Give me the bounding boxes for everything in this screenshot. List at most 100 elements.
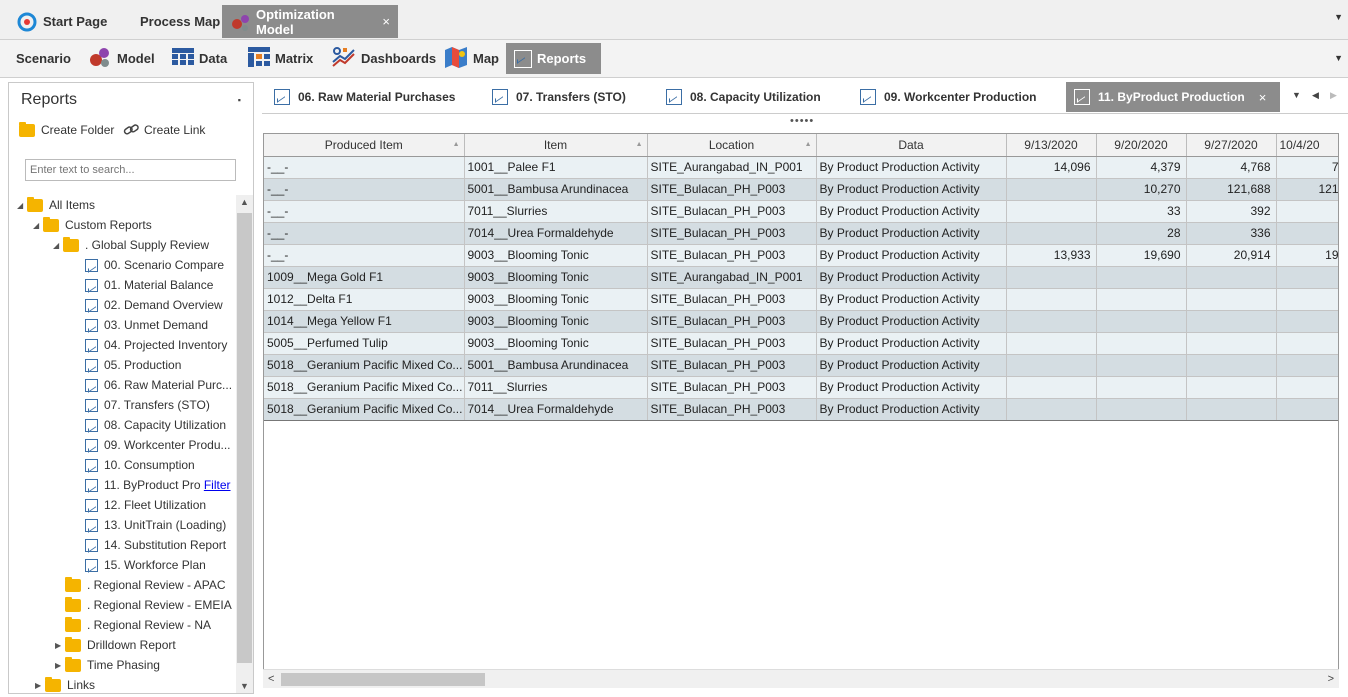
tree-node-regional-emeia[interactable]: . Regional Review - EMEIA	[65, 595, 232, 615]
tab-start-page[interactable]: Start Page	[8, 5, 115, 38]
table-cell[interactable]	[1096, 376, 1187, 399]
table-cell[interactable]: -__-	[264, 178, 465, 201]
table-cell[interactable]: 10,270	[1096, 178, 1187, 201]
tab-raw-material-purchases[interactable]: 06. Raw Material Purchases	[266, 82, 463, 112]
table-cell[interactable]	[1006, 178, 1097, 201]
table-cell[interactable]: 4,768	[1186, 156, 1277, 179]
expanded-arrow-icon[interactable]: ◢	[53, 241, 63, 250]
scrollbar-thumb[interactable]	[237, 213, 252, 663]
table-cell[interactable]	[1276, 310, 1338, 333]
ribbon-tab-data[interactable]: Data	[164, 43, 235, 74]
collapsed-arrow-icon[interactable]: ▶	[55, 641, 65, 650]
tree-report-item[interactable]: 06. Raw Material Purc...	[85, 375, 232, 395]
table-cell[interactable]	[1006, 398, 1097, 421]
table-row[interactable]: 1009__Mega Gold F1 9003__Blooming Tonic SI…	[264, 266, 1338, 289]
table-cell[interactable]: 33	[1096, 200, 1187, 223]
table-cell[interactable]: By Product Production Activity	[816, 222, 1007, 245]
ribbon-tab-map[interactable]: Map	[436, 43, 507, 74]
ribbon-tab-dashboards[interactable]: Dashboards	[324, 43, 444, 74]
table-cell[interactable]: By Product Production Activity	[816, 310, 1007, 333]
tab-list-dropdown-icon[interactable]: ▼	[1292, 90, 1301, 100]
table-row[interactable]: -__- 7011__Slurries SITE_Bulacan_PH_P003 By…	[264, 200, 1338, 223]
close-icon[interactable]: ×	[1259, 90, 1267, 105]
tree-node-all-items[interactable]: ◢ All Items	[17, 195, 95, 215]
column-header[interactable]: 9/20/2020	[1096, 134, 1187, 157]
sidebar-scrollbar[interactable]: ▲ ▼	[236, 195, 253, 693]
table-cell[interactable]	[1186, 310, 1277, 333]
table-cell[interactable]: SITE_Bulacan_PH_P003	[647, 200, 817, 223]
table-cell[interactable]	[1276, 288, 1338, 311]
table-cell[interactable]: 5001__Bambusa Arundinacea	[464, 178, 648, 201]
table-cell[interactable]: SITE_Aurangabad_IN_P001	[647, 156, 817, 179]
table-row[interactable]: -__- 5001__Bambusa Arundinacea SITE_Bulaca…	[264, 178, 1338, 201]
table-cell[interactable]	[1276, 222, 1338, 245]
ribbon-tab-reports[interactable]: Reports	[506, 43, 601, 74]
table-cell[interactable]: -__-	[264, 200, 465, 223]
table-cell[interactable]: By Product Production Activity	[816, 156, 1007, 179]
table-cell[interactable]: 9003__Blooming Tonic	[464, 310, 648, 333]
table-cell[interactable]: By Product Production Activity	[816, 266, 1007, 289]
table-cell[interactable]: SITE_Bulacan_PH_P003	[647, 354, 817, 377]
table-row[interactable]: 5018__Geranium Pacific Mixed Co... 7014__…	[264, 398, 1338, 421]
tab-capacity-utilization[interactable]: 08. Capacity Utilization	[658, 82, 829, 112]
table-cell[interactable]	[1186, 398, 1277, 421]
table-cell[interactable]	[1006, 266, 1097, 289]
table-cell[interactable]	[1096, 310, 1187, 333]
table-cell[interactable]: 7011__Slurries	[464, 200, 648, 223]
table-cell[interactable]: -__-	[264, 222, 465, 245]
table-cell[interactable]: SITE_Bulacan_PH_P003	[647, 310, 817, 333]
tree-report-item[interactable]: 04. Projected Inventory	[85, 335, 227, 355]
table-cell[interactable]	[1186, 288, 1277, 311]
column-header[interactable]: 10/4/20	[1276, 134, 1338, 157]
tree-report-item[interactable]: 02. Demand Overview	[85, 295, 223, 315]
table-cell[interactable]: 7	[1276, 156, 1338, 179]
search-input[interactable]	[25, 159, 236, 181]
tree-report-item[interactable]: 14. Substitution Report	[85, 535, 226, 555]
table-cell[interactable]	[1006, 376, 1097, 399]
table-cell[interactable]	[1276, 376, 1338, 399]
collapsed-arrow-icon[interactable]: ▶	[55, 661, 65, 670]
table-cell[interactable]: SITE_Bulacan_PH_P003	[647, 222, 817, 245]
table-cell[interactable]	[1186, 266, 1277, 289]
scrollbar-thumb[interactable]	[281, 673, 485, 686]
tree-node-regional-na[interactable]: . Regional Review - NA	[65, 615, 211, 635]
filter-link[interactable]: Filter	[204, 478, 231, 492]
tree-report-item[interactable]: 05. Production	[85, 355, 181, 375]
table-cell[interactable]: SITE_Bulacan_PH_P003	[647, 376, 817, 399]
table-cell[interactable]: By Product Production Activity	[816, 178, 1007, 201]
table-cell[interactable]: By Product Production Activity	[816, 200, 1007, 223]
tree-report-item[interactable]: 15. Workforce Plan	[85, 555, 206, 575]
tree-node-global-supply-review[interactable]: ◢ . Global Supply Review	[53, 235, 209, 255]
table-cell[interactable]: SITE_Bulacan_PH_P003	[647, 178, 817, 201]
chevron-down-icon[interactable]: ▼	[1334, 12, 1343, 22]
ribbon-tab-matrix[interactable]: Matrix	[240, 43, 321, 74]
table-cell[interactable]: 5018__Geranium Pacific Mixed Co...	[264, 354, 465, 377]
table-cell[interactable]	[1006, 310, 1097, 333]
table-cell[interactable]	[1096, 354, 1187, 377]
tab-process-map[interactable]: Process Map	[132, 5, 228, 38]
table-cell[interactable]	[1006, 354, 1097, 377]
scroll-left-icon[interactable]: <	[268, 673, 274, 685]
tree-report-item[interactable]: 12. Fleet Utilization	[85, 495, 206, 515]
tree-node-regional-apac[interactable]: . Regional Review - APAC	[65, 575, 226, 595]
tree-report-item[interactable]: 03. Unmet Demand	[85, 315, 208, 335]
tab-optimization-model[interactable]: Optimization Model ×	[222, 5, 398, 38]
grid-horizontal-scrollbar[interactable]: < >	[263, 669, 1339, 688]
table-cell[interactable]	[1276, 354, 1338, 377]
table-cell[interactable]: By Product Production Activity	[816, 332, 1007, 355]
table-cell[interactable]: SITE_Bulacan_PH_P003	[647, 244, 817, 267]
table-cell[interactable]: SITE_Bulacan_PH_P003	[647, 332, 817, 355]
table-cell[interactable]: 1012__Delta F1	[264, 288, 465, 311]
table-cell[interactable]	[1186, 332, 1277, 355]
ribbon-tab-scenario[interactable]: Scenario	[8, 43, 79, 74]
table-cell[interactable]: 5005__Perfumed Tulip	[264, 332, 465, 355]
table-cell[interactable]: 7014__Urea Formaldehyde	[464, 222, 648, 245]
table-cell[interactable]: 5001__Bambusa Arundinacea	[464, 354, 648, 377]
tree-report-item[interactable]: 00. Scenario Compare	[85, 255, 224, 275]
table-cell[interactable]	[1276, 398, 1338, 421]
table-cell[interactable]: 14,096	[1006, 156, 1097, 179]
table-cell[interactable]: 13,933	[1006, 244, 1097, 267]
table-cell[interactable]: 7011__Slurries	[464, 376, 648, 399]
chevron-down-icon[interactable]: ▼	[1334, 53, 1343, 63]
tree-report-item[interactable]: 09. Workcenter Produ...	[85, 435, 231, 455]
